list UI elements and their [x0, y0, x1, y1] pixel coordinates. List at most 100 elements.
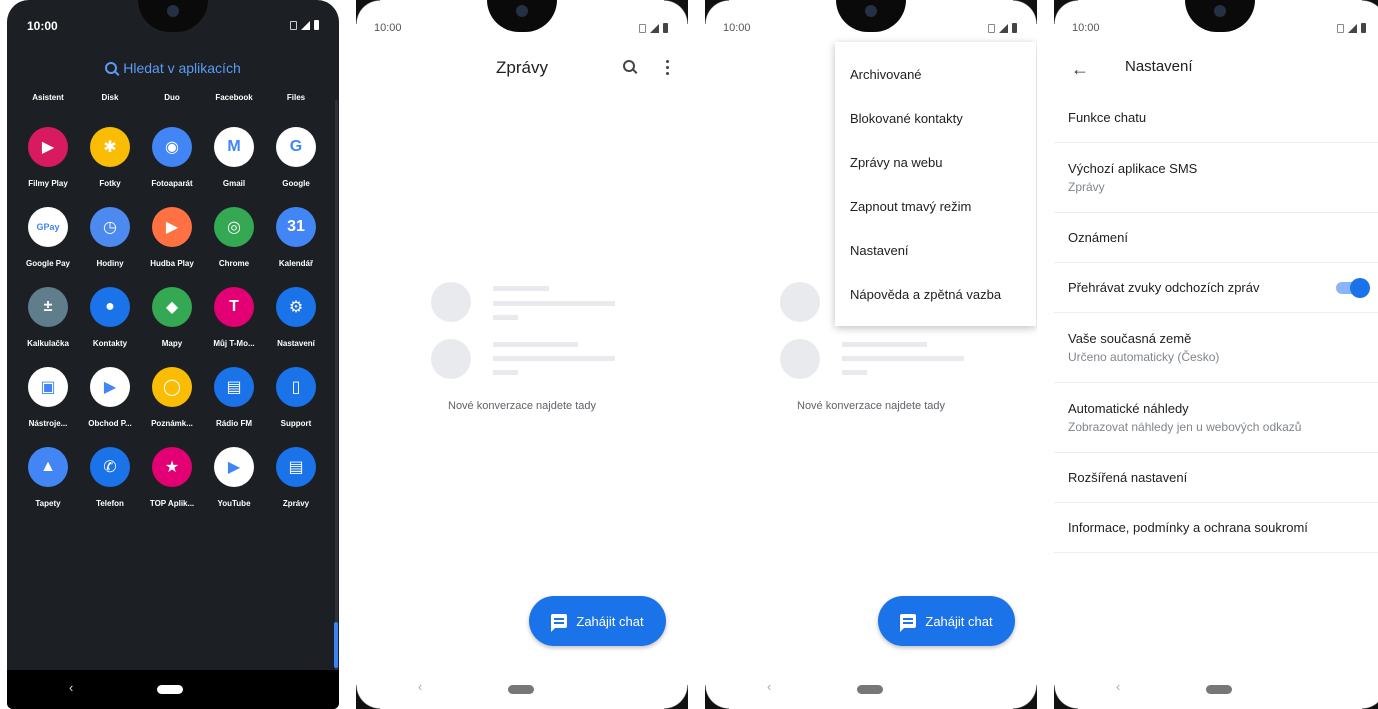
app-label: Nastavení	[277, 339, 315, 348]
battery-icon	[663, 23, 668, 33]
app-tile[interactable]: ▶ Filmy Play	[17, 127, 79, 188]
app-tile[interactable]: T Můj T-Mo...	[203, 287, 265, 348]
app-tile[interactable]: ▲ Tapety	[17, 447, 79, 508]
setting-title: Přehrávat zvuky odchozích zpráv	[1068, 280, 1260, 295]
camera-notch	[1185, 0, 1255, 32]
app-tile[interactable]: M Gmail	[203, 127, 265, 188]
calculator-icon: ±	[28, 287, 68, 327]
app-tile[interactable]: 31 Kalendář	[265, 207, 327, 268]
menu-item-dark-mode[interactable]: Zapnout tmavý režim	[835, 184, 1036, 228]
app-tile[interactable]: ⚙ Nastavení	[265, 287, 327, 348]
signal-icon	[301, 20, 310, 30]
play-music-icon: ▶	[152, 207, 192, 247]
battery-icon	[1012, 23, 1017, 33]
camera-icon	[167, 5, 179, 17]
search-icon[interactable]	[623, 60, 635, 72]
settings-row-notifications[interactable]: Oznámení	[1054, 213, 1378, 263]
scrollbar-thumb[interactable]	[334, 622, 338, 668]
app-tile[interactable]: ◷ Hodiny	[79, 207, 141, 268]
radio-icon: ▤	[214, 367, 254, 407]
back-icon[interactable]: ‹	[767, 679, 771, 694]
app-label[interactable]: Asistent	[18, 93, 78, 102]
back-arrow-icon[interactable]: ←	[1071, 59, 1089, 80]
settings-row-auto-previews[interactable]: Automatické náhledy Zobrazovat náhledy j…	[1054, 383, 1378, 453]
start-chat-label: Zahájit chat	[925, 613, 993, 629]
setting-title: Funkce chatu	[1068, 110, 1147, 125]
camera-icon: ◉	[152, 127, 192, 167]
home-pill[interactable]	[1206, 685, 1232, 694]
app-tile[interactable]: ▤ Rádio FM	[203, 367, 265, 428]
camera-icon	[865, 5, 877, 17]
sim-toolkit-icon: ▣	[28, 367, 68, 407]
app-search-label: Hledat v aplikacích	[123, 60, 241, 76]
signal-icon	[1348, 23, 1357, 33]
settings-row-default-sms[interactable]: Výchozí aplikace SMS Zprávy	[1054, 143, 1378, 213]
settings-row-advanced[interactable]: Rozšířená nastavení	[1054, 453, 1378, 503]
app-tile[interactable]: G Google	[265, 127, 327, 188]
app-grid: ▶ Filmy Play ✱ Fotky ◉ Fotoaparát M Gmail G Googl…	[17, 127, 327, 508]
play-store-icon: ▶	[90, 367, 130, 407]
status-time: 10:00	[723, 22, 751, 34]
menu-item-blocked[interactable]: Blokované kontakty	[835, 96, 1036, 140]
sim-icon	[639, 23, 646, 33]
home-pill[interactable]	[508, 685, 534, 694]
app-tile[interactable]: ▶ YouTube	[203, 447, 265, 508]
menu-item-archived[interactable]: Archivované	[835, 52, 1036, 96]
camera-notch	[487, 0, 557, 32]
setting-title: Automatické náhledy	[1068, 401, 1189, 416]
app-tile[interactable]: ▣ Nástroje...	[17, 367, 79, 428]
app-tile[interactable]: ± Kalkulačka	[17, 287, 79, 348]
top-row-labels: Asistent Disk Duo Facebook Files	[17, 93, 327, 102]
app-tile[interactable]: ★ TOP Aplik...	[141, 447, 203, 508]
signal-icon	[650, 23, 659, 33]
start-chat-button[interactable]: Zahájit chat	[878, 596, 1015, 646]
settings-row-chat-features[interactable]: Funkce chatu	[1054, 93, 1378, 143]
app-tile[interactable]: ◉ Fotoaparát	[141, 127, 203, 188]
app-label[interactable]: Duo	[142, 93, 202, 102]
back-icon[interactable]: ‹	[418, 679, 422, 694]
back-icon[interactable]: ‹	[1116, 679, 1120, 694]
settings-row-outgoing-sounds[interactable]: Přehrávat zvuky odchozích zpráv	[1054, 263, 1378, 313]
app-tile[interactable]: ◎ Chrome	[203, 207, 265, 268]
start-chat-button[interactable]: Zahájit chat	[529, 596, 666, 646]
home-pill[interactable]	[157, 685, 183, 694]
app-tile[interactable]: GPay Google Pay	[17, 207, 79, 268]
app-search[interactable]: Hledat v aplikacích	[7, 60, 339, 76]
app-tile[interactable]: ● Kontakty	[79, 287, 141, 348]
menu-item-help[interactable]: Nápověda a zpětná vazba	[835, 272, 1036, 316]
settings-row-country[interactable]: Vaše současná země Určeno automaticky (Č…	[1054, 313, 1378, 383]
youtube-icon: ▶	[214, 447, 254, 487]
app-label[interactable]: Files	[266, 93, 326, 102]
app-label: Rádio FM	[216, 419, 252, 428]
menu-item-settings[interactable]: Nastavení	[835, 228, 1036, 272]
app-label: Nástroje...	[28, 419, 68, 428]
app-label: Zprávy	[282, 499, 310, 508]
google-icon: G	[276, 127, 316, 167]
setting-title: Rozšířená nastavení	[1068, 470, 1188, 485]
setting-subtitle: Zprávy	[1068, 180, 1105, 194]
settings-row-about[interactable]: Informace, podmínky a ochrana soukromí	[1054, 503, 1378, 553]
phone-app-drawer: 10:00 Hledat v aplikacích Asistent Disk …	[7, 0, 339, 709]
back-icon[interactable]: ‹	[69, 680, 73, 695]
app-tile[interactable]: ◆ Mapy	[141, 287, 203, 348]
chrome-icon: ◎	[214, 207, 254, 247]
app-tile[interactable]: ▶ Hudba Play	[141, 207, 203, 268]
app-tile[interactable]: ✆ Telefon	[79, 447, 141, 508]
wallpapers-icon: ▲	[28, 447, 68, 487]
app-label: Mapy	[161, 339, 183, 348]
app-label[interactable]: Disk	[80, 93, 140, 102]
app-tile[interactable]: ▤ Zprávy	[265, 447, 327, 508]
app-tile[interactable]: ◯ Poznámk...	[141, 367, 203, 428]
scrollbar-track	[335, 100, 338, 670]
app-label: Fotoaparát	[151, 179, 193, 188]
app-tile[interactable]: ▯ Support	[265, 367, 327, 428]
outgoing-sounds-toggle[interactable]	[1336, 277, 1370, 298]
app-label: Gmail	[222, 179, 246, 188]
app-label: Poznámk...	[151, 419, 193, 428]
app-tile[interactable]: ▶ Obchod P...	[79, 367, 141, 428]
more-options-icon[interactable]	[666, 60, 669, 75]
home-pill[interactable]	[857, 685, 883, 694]
menu-item-web[interactable]: Zprávy na webu	[835, 140, 1036, 184]
app-tile[interactable]: ✱ Fotky	[79, 127, 141, 188]
app-label[interactable]: Facebook	[204, 93, 264, 102]
